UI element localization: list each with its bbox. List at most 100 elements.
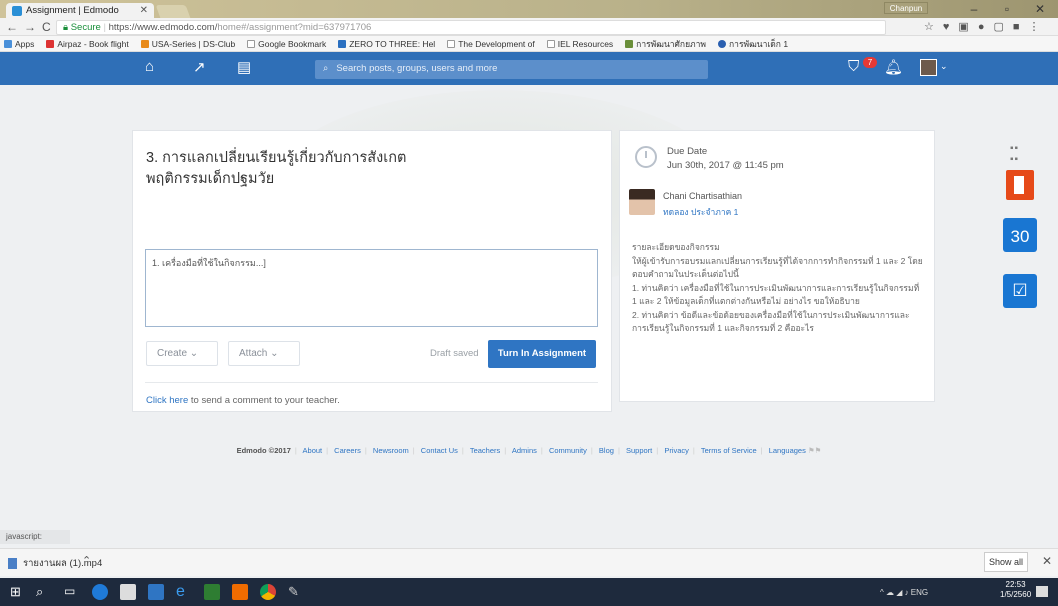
footer-link[interactable]: Terms of Service bbox=[701, 446, 757, 455]
response-textarea[interactable]: 1. เครื่องมือที่ใช้ในกิจกรรม...] bbox=[145, 249, 598, 327]
divider bbox=[145, 382, 598, 383]
footer-link[interactable]: Languages bbox=[769, 446, 806, 455]
menu-icon[interactable]: ⋮ bbox=[1029, 21, 1049, 33]
close-tab-icon[interactable]: ✕ bbox=[140, 5, 148, 16]
bookmark-item[interactable]: The Development of bbox=[447, 39, 535, 49]
bookmark-item[interactable]: IEL Resources bbox=[546, 39, 613, 49]
user-avatar[interactable] bbox=[920, 59, 937, 76]
back-icon[interactable]: ← bbox=[6, 20, 24, 34]
due-date-value: Jun 30th, 2017 @ 11:45 pm bbox=[667, 160, 784, 171]
chevron-down-icon: ⌄ bbox=[270, 348, 279, 359]
backpack-icon[interactable]: ⛉ bbox=[848, 58, 859, 75]
create-dropdown[interactable]: Create ⌄ bbox=[146, 341, 218, 366]
search-icon[interactable]: ⌕ bbox=[36, 584, 52, 600]
attach-dropdown[interactable]: Attach ⌄ bbox=[228, 341, 300, 366]
store-icon[interactable] bbox=[120, 584, 136, 600]
planner-icon[interactable]: ▤ bbox=[237, 58, 251, 76]
windows-start-icon[interactable]: ⊞ bbox=[10, 584, 26, 600]
footer-link[interactable]: Admins bbox=[512, 446, 537, 455]
lock-icon: 🔒︎ bbox=[63, 22, 69, 33]
taskbar-clock[interactable]: 22:53 1/5/2560 bbox=[1000, 580, 1031, 600]
reload-icon[interactable]: C bbox=[42, 20, 57, 34]
teacher-group-link[interactable]: ทดลอง ประจำภาค 1 bbox=[663, 205, 738, 219]
footer-link[interactable]: About bbox=[303, 446, 323, 455]
edmodo-favicon bbox=[12, 5, 22, 16]
ie-browser-icon[interactable]: e bbox=[176, 584, 192, 600]
new-tab-button[interactable] bbox=[155, 5, 191, 18]
extension-icons: ☆♥▣●▢■⋮ bbox=[924, 20, 1049, 33]
bookmark-item[interactable]: Airpaz - Book flight bbox=[46, 39, 129, 49]
teacher-name[interactable]: Chani Chartisathian bbox=[663, 191, 742, 201]
apps-grid-icon[interactable]: ▪▪ ▪▪ bbox=[1010, 143, 1019, 165]
minimize-icon[interactable]: – bbox=[960, 0, 988, 18]
bookmark-item[interactable]: Google Bookmark bbox=[247, 39, 326, 49]
extension-icon[interactable]: ● bbox=[978, 21, 994, 33]
draft-status: Draft saved bbox=[430, 348, 479, 359]
quiz-check-icon[interactable]: ☑ bbox=[1003, 274, 1037, 308]
search-icon: ⌕ bbox=[323, 63, 329, 74]
teacher-avatar[interactable] bbox=[629, 189, 655, 215]
home-icon[interactable]: ⌂ bbox=[145, 58, 154, 75]
mail-icon[interactable] bbox=[148, 584, 164, 600]
create-label: Create bbox=[157, 348, 188, 359]
search-placeholder: Search posts, groups, users and more bbox=[336, 63, 498, 74]
star-icon[interactable]: ☆ bbox=[924, 21, 943, 33]
close-icon[interactable]: ✕ bbox=[1042, 554, 1052, 568]
comment-link[interactable]: Click here bbox=[146, 395, 188, 406]
footer-link[interactable]: Newsroom bbox=[373, 446, 409, 455]
chevron-down-icon[interactable]: ⌄ bbox=[940, 61, 948, 72]
extension-icon[interactable]: ▢ bbox=[993, 21, 1012, 33]
tab-title: Assignment | Edmodo bbox=[26, 5, 119, 16]
pocket-icon[interactable]: ♥ bbox=[943, 21, 959, 33]
bookmark-item[interactable]: การพัฒนาเด็ก 1 bbox=[718, 37, 788, 51]
chrome-icon[interactable] bbox=[260, 584, 276, 600]
calendar-day: 30 bbox=[1010, 227, 1030, 246]
powerpoint-icon[interactable] bbox=[232, 584, 248, 600]
footer-link[interactable]: Support bbox=[626, 446, 652, 455]
assignment-description: รายละเอียดของกิจกรรม ให้ผู้เข้ารับการอบร… bbox=[632, 241, 924, 336]
description-line: 2. ท่านคิดว่า ข้อดีและข้อด้อยของเครื่องม… bbox=[632, 309, 910, 334]
bookmark-item[interactable]: ZERO TO THREE: Hel bbox=[338, 39, 435, 49]
excel-icon[interactable] bbox=[204, 584, 220, 600]
close-window-icon[interactable]: ✕ bbox=[1026, 0, 1054, 18]
show-all-button[interactable]: Show all bbox=[984, 552, 1028, 572]
status-bar: javascript: bbox=[0, 530, 70, 544]
bookmark-item[interactable]: การพัฒนาศักยภาพ bbox=[625, 37, 706, 51]
bookmark-item[interactable]: Apps bbox=[4, 39, 34, 49]
search-input[interactable]: ⌕ Search posts, groups, users and more bbox=[315, 60, 708, 79]
secure-label: Secure bbox=[70, 22, 101, 33]
bell-icon[interactable]: 🔔︎ bbox=[884, 58, 903, 76]
browser-tab[interactable]: Assignment | Edmodo ✕ bbox=[6, 3, 154, 18]
footer-link[interactable]: Blog bbox=[599, 446, 614, 455]
edge-browser-icon[interactable] bbox=[92, 584, 108, 600]
forward-icon[interactable]: → bbox=[24, 20, 42, 34]
clock-icon bbox=[635, 146, 657, 168]
bookmark-item[interactable]: USA-Series | DS-Club bbox=[140, 39, 235, 49]
footer-link[interactable]: Community bbox=[549, 446, 587, 455]
browser-profile-button[interactable]: Chanpun bbox=[884, 2, 928, 14]
description-line: รายละเอียดของกิจกรรม bbox=[632, 242, 720, 252]
footer-link[interactable]: Privacy bbox=[664, 446, 689, 455]
footer-link[interactable]: Careers bbox=[334, 446, 361, 455]
chevron-up-icon[interactable]: ⌃ bbox=[82, 554, 91, 567]
attach-label: Attach bbox=[239, 348, 268, 359]
extension-icon[interactable]: ■ bbox=[1013, 21, 1029, 33]
file-icon bbox=[8, 558, 17, 569]
task-view-icon[interactable]: ▭ bbox=[64, 584, 80, 600]
footer-link[interactable]: Teachers bbox=[470, 446, 500, 455]
tray-icons[interactable]: ^ ☁ ◢ ♪ bbox=[880, 588, 911, 597]
paint-icon[interactable]: ✎ bbox=[288, 584, 304, 600]
office-icon[interactable] bbox=[1006, 170, 1034, 200]
taskbar-date: 1/5/2560 bbox=[1000, 590, 1032, 599]
url-input[interactable]: 🔒︎ Secure | https://www.edmodo.com/home#… bbox=[56, 20, 886, 35]
notification-center-icon[interactable] bbox=[1036, 586, 1048, 597]
extension-icon[interactable]: ▣ bbox=[958, 21, 977, 33]
language-indicator[interactable]: ENG bbox=[911, 588, 928, 597]
footer-link[interactable]: Contact Us bbox=[421, 446, 458, 455]
calendar-icon[interactable]: 30 bbox=[1003, 218, 1037, 252]
progress-icon[interactable]: ↗ bbox=[193, 58, 206, 76]
turn-in-button[interactable]: Turn In Assignment bbox=[488, 340, 596, 368]
maximize-icon[interactable]: ▫ bbox=[993, 0, 1021, 18]
chevron-down-icon: ⌄ bbox=[189, 348, 199, 359]
url-host: https://www.edmodo.com/ bbox=[108, 22, 218, 33]
